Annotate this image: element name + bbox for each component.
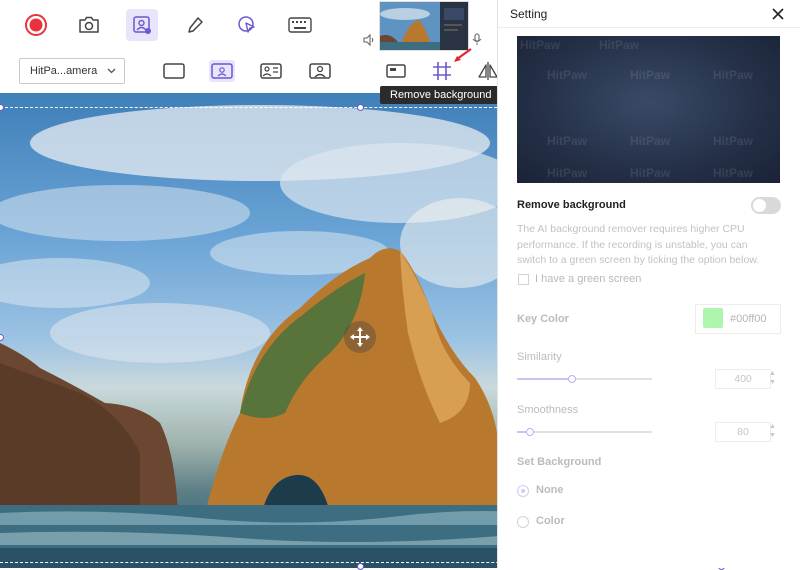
frame-icon	[386, 64, 406, 78]
toolbar: HitPa...amera	[0, 0, 498, 93]
watermark: HitPaw	[547, 166, 588, 180]
similarity-fill	[517, 378, 571, 380]
screenshot-button[interactable]	[73, 9, 105, 41]
green-screen-label: I have a green screen	[535, 273, 642, 285]
watermark: HitPaw	[713, 68, 754, 82]
camera-icon	[79, 16, 99, 33]
background-color-label: Color	[536, 515, 565, 527]
background-none-label: None	[536, 484, 564, 496]
watermark: HitPaw	[630, 68, 671, 82]
similarity-stepper[interactable]: ▲ ▼	[769, 369, 776, 387]
camera-select-value: HitPa...amera	[30, 65, 98, 77]
record-button[interactable]	[20, 9, 52, 41]
key-color-value: #00ff00	[730, 313, 767, 325]
cursor-effect-button[interactable]	[231, 9, 263, 41]
watermark: HitPaw	[547, 134, 588, 148]
annotation-button[interactable]	[179, 9, 211, 41]
camera-frame-button[interactable]	[383, 60, 409, 82]
watermark: HitPaw	[520, 38, 561, 52]
resize-handle-top-center[interactable]	[357, 104, 364, 111]
similarity-value-input[interactable]: 400	[715, 369, 771, 389]
smoothness-value: 80	[737, 426, 749, 438]
selection-frame-top	[0, 107, 497, 108]
chevron-down-icon	[107, 68, 116, 74]
remove-background-description: The AI background remover requires highe…	[517, 223, 760, 266]
watermark: HitPaw	[630, 134, 671, 148]
remove-background-tooltip: Remove background	[380, 86, 502, 104]
rectangle-icon	[163, 63, 185, 79]
key-color-label: Key Color	[517, 313, 569, 325]
smoothness-track[interactable]	[517, 431, 652, 433]
similarity-value: 400	[734, 373, 752, 385]
move-icon[interactable]	[344, 321, 376, 353]
person-frame-icon	[309, 63, 331, 79]
microphone-icon[interactable]	[472, 33, 482, 51]
camera-preview-thumbnail[interactable]	[379, 1, 469, 51]
layout-full-camera-button[interactable]	[307, 60, 333, 82]
record-icon	[25, 14, 47, 36]
camera-select[interactable]: HitPa...amera	[19, 58, 125, 84]
smoothness-value-input[interactable]: 80	[715, 422, 771, 442]
green-screen-checkbox[interactable]	[518, 274, 529, 285]
watermark: HitPaw	[547, 68, 588, 82]
layout-screen-camera-button[interactable]	[258, 60, 284, 82]
picture-in-picture-icon	[260, 63, 282, 79]
background-none-radio[interactable]	[517, 485, 529, 497]
cursor-click-icon	[238, 16, 255, 33]
layout-camera-only-button[interactable]	[161, 60, 187, 82]
close-icon	[772, 8, 784, 20]
background-color-radio[interactable]	[517, 516, 529, 528]
smoothness-stepper[interactable]: ▲ ▼	[769, 422, 776, 440]
layout-portrait-button[interactable]	[209, 60, 235, 82]
set-background-label: Set Background	[517, 456, 602, 468]
watermark: HitPaw	[713, 134, 754, 148]
background-preview: HitPaw HitPaw HitPaw HitPaw HitPaw HitPa…	[517, 36, 780, 183]
close-button[interactable]	[768, 4, 788, 24]
remove-background-toggle[interactable]	[751, 197, 781, 214]
key-color-swatch[interactable]	[703, 308, 723, 328]
watermark: HitPaw	[713, 166, 754, 180]
settings-panel: Setting HitPaw HitPaw HitPaw HitPaw HitP…	[497, 0, 800, 568]
remove-background-label: Remove background	[517, 199, 626, 211]
similarity-slider-thumb[interactable]	[568, 375, 576, 383]
smoothness-slider-thumb[interactable]	[526, 428, 534, 436]
keyboard-icon	[288, 17, 312, 33]
resize-handle-bottom-center[interactable]	[357, 563, 364, 570]
watermark: HitPaw	[599, 38, 640, 52]
watermark: HitPaw	[630, 166, 671, 180]
divider	[498, 27, 800, 28]
pen-icon	[188, 17, 203, 33]
webcam-icon	[133, 16, 151, 34]
speaker-icon[interactable]	[363, 33, 375, 51]
webcam-button[interactable]	[126, 9, 158, 41]
similarity-label: Similarity	[517, 351, 562, 363]
flip-icon	[478, 62, 498, 80]
portrait-frame-icon	[211, 63, 233, 79]
smoothness-label: Smoothness	[517, 404, 579, 416]
panel-title: Setting	[510, 7, 548, 21]
arrow-pointer-icon	[451, 47, 473, 70]
keyboard-button[interactable]	[284, 9, 316, 41]
